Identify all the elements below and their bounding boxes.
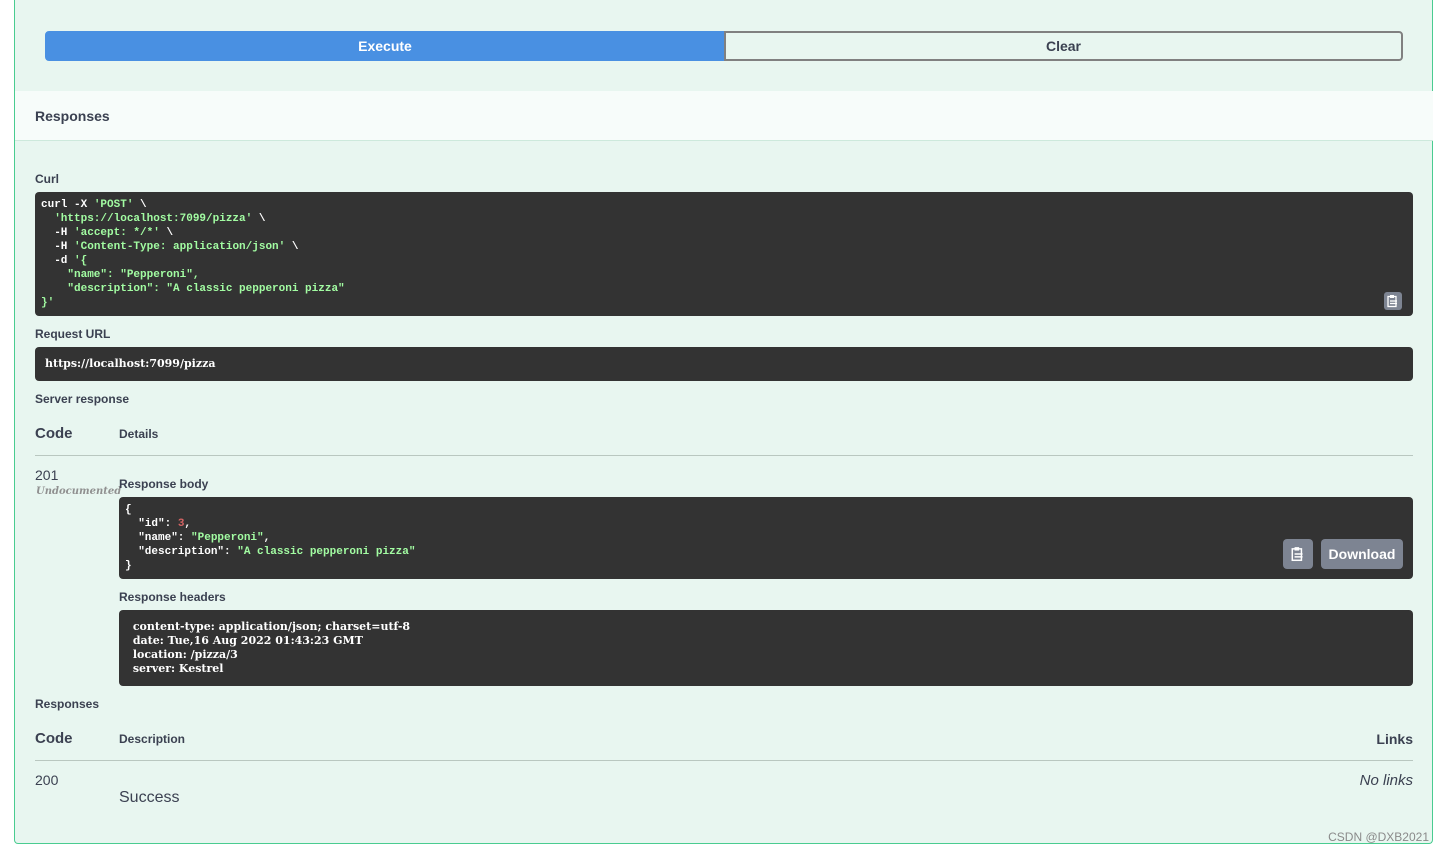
- curl-token: -d: [41, 255, 75, 267]
- response-body-token: }: [125, 560, 132, 572]
- response-body-line: "id": 3,: [125, 517, 1407, 531]
- responses-description: Success: [119, 789, 180, 806]
- curl-string-token: 'POST': [93, 199, 134, 211]
- curl-string-token: 'https://localhost:7099/pizza': [54, 213, 253, 225]
- response-header-token: date: Tue,16 Aug 2022 01:43:23 GMT: [129, 634, 363, 647]
- responses-header-title: Responses: [35, 108, 110, 124]
- copy-response-body-button[interactable]: [1283, 539, 1313, 569]
- undocumented-label: Undocumented: [36, 486, 122, 497]
- responses-links: No links: [1359, 772, 1413, 789]
- response-body-code-block[interactable]: { "id": 3, "name": "Pepperoni", "descrip…: [119, 497, 1413, 579]
- curl-token: [41, 269, 67, 281]
- curl-token: \: [285, 241, 299, 253]
- curl-token: -H: [41, 227, 75, 239]
- clear-button[interactable]: Clear: [724, 31, 1403, 61]
- response-header-line: date: Tue,16 Aug 2022 01:43:23 GMT: [129, 634, 1403, 648]
- copy-curl-icon[interactable]: [1384, 292, 1402, 310]
- response-body-label: Response body: [119, 477, 209, 491]
- curl-token: \: [252, 213, 266, 225]
- curl-string-token: }': [41, 297, 55, 309]
- download-button[interactable]: Download: [1321, 539, 1403, 569]
- response-body-line: "description": "A classic pepperoni pizz…: [125, 545, 1407, 559]
- request-url-label: Request URL: [35, 327, 111, 341]
- server-response-divider: [35, 455, 1413, 456]
- curl-line: -H 'accept: */*' \: [41, 226, 1407, 240]
- response-headers-code-block[interactable]: content-type: application/json; charset=…: [119, 610, 1413, 686]
- curl-token: \: [133, 199, 147, 211]
- curl-line: "description": "A classic pepperoni pizz…: [41, 282, 1407, 296]
- curl-line: -H 'Content-Type: application/json' \: [41, 240, 1407, 254]
- execute-button[interactable]: Execute: [45, 31, 725, 61]
- clipboard-icon: [1387, 295, 1397, 308]
- curl-label: Curl: [35, 172, 59, 186]
- response-body-string-token: "A classic pepperoni pizza": [237, 546, 416, 558]
- response-body-token: "name":: [125, 532, 192, 544]
- response-body-line: {: [125, 503, 1407, 517]
- responses-header: Responses: [15, 91, 1433, 141]
- response-body-token: "description":: [125, 546, 238, 558]
- curl-line: curl -X 'POST' \: [41, 198, 1407, 212]
- server-response-code-header: Code: [35, 425, 73, 442]
- request-url-value[interactable]: https://localhost:7099/pizza: [35, 347, 1413, 381]
- curl-token: [41, 213, 54, 225]
- response-header-token: content-type: application/json; charset=…: [129, 620, 411, 633]
- response-header-line: location: /pizza/3: [129, 648, 1403, 662]
- clipboard-icon: [1291, 547, 1303, 562]
- response-header-token: location: /pizza/3: [129, 648, 238, 661]
- response-body-token: ,: [263, 532, 271, 544]
- server-response-label: Server response: [35, 392, 130, 406]
- response-body-line: }: [125, 559, 1407, 573]
- curl-string-token: '{: [74, 255, 88, 267]
- curl-line: 'https://localhost:7099/pizza' \: [41, 212, 1407, 226]
- response-body-token: ,: [184, 518, 192, 530]
- responses-divider: [35, 760, 1413, 761]
- curl-line: }': [41, 296, 1407, 310]
- curl-token: curl -X: [41, 199, 94, 211]
- response-headers-label: Response headers: [119, 590, 226, 604]
- responses-code: 200: [35, 772, 59, 788]
- response-header-token: server: Kestrel: [129, 662, 224, 675]
- responses-description-header: Description: [119, 732, 186, 746]
- curl-string-token: 'accept: */*': [74, 227, 160, 239]
- curl-string-token: "description": "A classic pepperoni pizz…: [67, 283, 345, 295]
- curl-string-token: "name": "Pepperoni",: [67, 269, 200, 281]
- curl-line: -d '{: [41, 254, 1407, 268]
- response-body-line: "name": "Pepperoni",: [125, 531, 1407, 545]
- curl-line: "name": "Pepperoni",: [41, 268, 1407, 282]
- server-response-details-header: Details: [119, 427, 159, 441]
- responses-links-header: Links: [1376, 731, 1413, 747]
- responses-label: Responses: [35, 697, 100, 711]
- response-body-string-token: "Pepperoni": [191, 532, 264, 544]
- responses-code-header: Code: [35, 730, 73, 747]
- watermark: CSDN @DXB2021: [1328, 830, 1429, 844]
- curl-token: -H: [41, 241, 75, 253]
- server-response-code: 201: [35, 467, 59, 483]
- response-body-token: "id":: [125, 518, 178, 530]
- response-body-token: {: [125, 504, 132, 516]
- response-header-line: server: Kestrel: [129, 662, 1403, 676]
- curl-string-token: 'Content-Type: application/json': [74, 241, 286, 253]
- response-header-line: content-type: application/json; charset=…: [129, 620, 1403, 634]
- curl-token: \: [159, 227, 174, 239]
- curl-code-block[interactable]: curl -X 'POST' \ 'https://localhost:7099…: [35, 192, 1413, 316]
- curl-token: [41, 283, 67, 295]
